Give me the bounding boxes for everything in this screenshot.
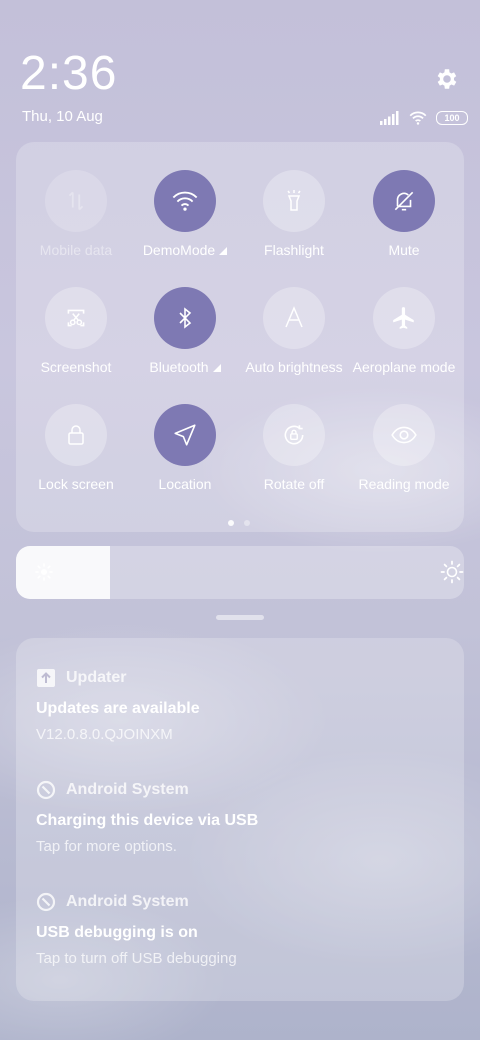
notification-app-name: Android System — [66, 893, 189, 910]
tile-rotate-off[interactable]: Rotate off — [238, 404, 350, 492]
eye-icon — [373, 404, 435, 466]
tile-label: DemoMode — [142, 242, 216, 258]
flashlight-icon — [263, 170, 325, 232]
signal-icon — [380, 111, 399, 125]
tile-bluetooth[interactable]: Bluetooth — [129, 287, 241, 375]
bluetooth-icon — [154, 287, 216, 349]
tile-mobile-data[interactable]: Mobile data — [20, 170, 132, 258]
tile-label: Screenshot — [40, 359, 112, 375]
tile-label: Lock screen — [38, 476, 114, 492]
wifi-icon — [154, 170, 216, 232]
notification-text: V12.0.8.0.QJOINXM — [36, 726, 173, 743]
android-system-icon — [36, 892, 56, 912]
notification-title: USB debugging is on — [36, 924, 198, 941]
tile-label: Mobile data — [39, 242, 113, 258]
drag-handle[interactable] — [216, 615, 264, 620]
tile-aeroplane-mode[interactable]: Aeroplane mode — [348, 287, 460, 375]
mobile-data-icon — [45, 170, 107, 232]
tile-mute[interactable]: Mute — [348, 170, 460, 258]
tile-label: Reading mode — [358, 476, 450, 492]
notification-text: Tap for more options. — [36, 838, 177, 855]
expand-triangle-icon[interactable] — [219, 247, 228, 255]
notification-app-name: Android System — [66, 781, 189, 798]
notification-title: Updates are available — [36, 700, 200, 717]
notification-text: Tap to turn off USB debugging — [36, 950, 237, 967]
notification-updater[interactable]: Updater Updates are available V12.0.8.0.… — [36, 668, 446, 743]
tile-label: Aeroplane mode — [352, 359, 456, 375]
tile-flashlight[interactable]: Flashlight — [238, 170, 350, 258]
rotate-lock-icon — [263, 404, 325, 466]
sun-small-icon — [34, 562, 54, 587]
tile-label: Mute — [388, 242, 420, 258]
battery-indicator: 100 — [436, 111, 468, 125]
date: Thu, 10 Aug — [22, 108, 103, 125]
tile-label: Location — [158, 476, 212, 492]
tile-label: Flashlight — [264, 242, 324, 258]
clock: 2:36 — [20, 47, 118, 100]
page-dot-active[interactable] — [228, 520, 234, 526]
tile-label: Bluetooth — [149, 359, 209, 375]
airplane-icon — [373, 287, 435, 349]
expand-triangle-icon[interactable] — [212, 364, 221, 372]
page-indicator — [228, 520, 250, 526]
tile-label: Rotate off — [263, 476, 325, 492]
notification-usb-debugging[interactable]: Android System USB debugging is on Tap t… — [36, 892, 446, 967]
lock-icon — [45, 404, 107, 466]
tile-demomode[interactable]: DemoMode — [129, 170, 241, 258]
wifi-status-icon — [409, 111, 427, 125]
upload-icon — [36, 668, 56, 688]
android-system-icon — [36, 780, 56, 800]
tile-reading-mode[interactable]: Reading mode — [348, 404, 460, 492]
tile-label: Auto brightness — [245, 359, 343, 375]
auto-brightness-icon — [263, 287, 325, 349]
tile-location[interactable]: Location — [129, 404, 241, 492]
status-bar: 100 — [380, 110, 468, 126]
page-dot[interactable] — [244, 520, 250, 526]
bell-off-icon — [373, 170, 435, 232]
notification-title: Charging this device via USB — [36, 812, 259, 829]
tile-screenshot[interactable]: Screenshot — [20, 287, 132, 375]
location-icon — [154, 404, 216, 466]
brightness-fill — [16, 546, 111, 599]
brightness-slider[interactable] — [16, 546, 464, 599]
sun-large-icon — [440, 560, 464, 589]
tile-lock-screen[interactable]: Lock screen — [20, 404, 132, 492]
notification-usb-charging[interactable]: Android System Charging this device via … — [36, 780, 446, 855]
settings-gear-icon[interactable] — [434, 66, 460, 92]
screenshot-icon — [45, 287, 107, 349]
notification-app-name: Updater — [66, 669, 127, 686]
tile-auto-brightness[interactable]: Auto brightness — [238, 287, 350, 375]
